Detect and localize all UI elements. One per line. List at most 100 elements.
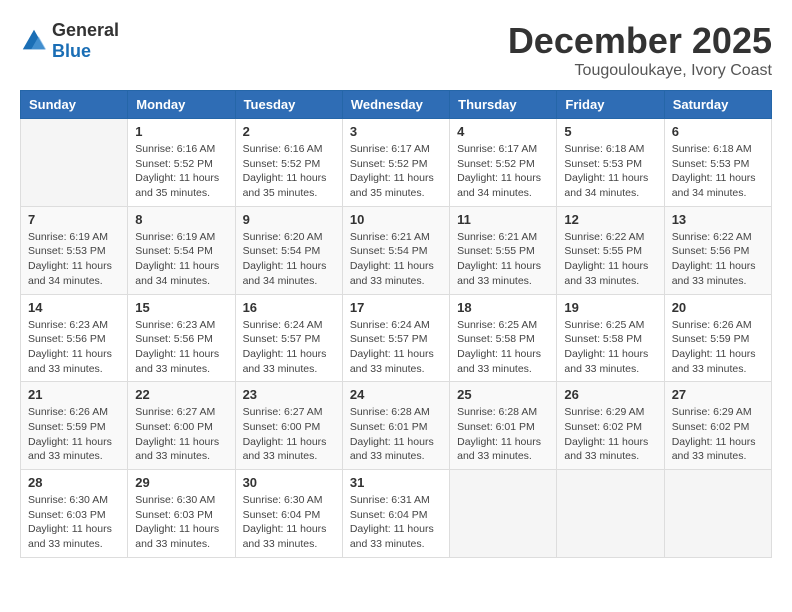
calendar-week-row: 28 Sunrise: 6:30 AM Sunset: 6:03 PM Dayli… (21, 470, 772, 558)
calendar-header-monday: Monday (128, 91, 235, 119)
day-info: Sunrise: 6:29 AM Sunset: 6:02 PM Dayligh… (564, 405, 656, 464)
calendar-cell: 28 Sunrise: 6:30 AM Sunset: 6:03 PM Dayli… (21, 470, 128, 558)
day-info: Sunrise: 6:18 AM Sunset: 5:53 PM Dayligh… (564, 142, 656, 201)
day-number: 26 (564, 387, 656, 402)
day-number: 11 (457, 212, 549, 227)
calendar-cell: 20Sunrise: 6:26 AM Sunset: 5:59 PM Dayli… (664, 294, 771, 382)
logo-blue: Blue (52, 41, 91, 61)
day-number: 6 (672, 124, 764, 139)
day-info: Sunrise: 6:24 AM Sunset: 5:57 PM Dayligh… (243, 318, 335, 377)
calendar-cell: 5 Sunrise: 6:18 AM Sunset: 5:53 PM Daylig… (557, 119, 664, 207)
day-number: 9 (243, 212, 335, 227)
day-number: 22 (135, 387, 227, 402)
day-number: 30 (243, 475, 335, 490)
day-number: 21 (28, 387, 120, 402)
calendar-cell: 27 Sunrise: 6:29 AM Sunset: 6:02 PM Dayli… (664, 382, 771, 470)
calendar-header-sunday: Sunday (21, 91, 128, 119)
day-info: Sunrise: 6:20 AM Sunset: 5:54 PM Dayligh… (243, 230, 335, 289)
calendar-cell: 14Sunrise: 6:23 AM Sunset: 5:56 PM Dayli… (21, 294, 128, 382)
calendar-cell: 25 Sunrise: 6:28 AM Sunset: 6:01 PM Dayli… (450, 382, 557, 470)
calendar-week-row: 7 Sunrise: 6:19 AM Sunset: 5:53 PM Daylig… (21, 206, 772, 294)
day-number: 3 (350, 124, 442, 139)
calendar-cell: 21 Sunrise: 6:26 AM Sunset: 5:59 PM Dayli… (21, 382, 128, 470)
calendar-cell: 7 Sunrise: 6:19 AM Sunset: 5:53 PM Daylig… (21, 206, 128, 294)
calendar-table: SundayMondayTuesdayWednesdayThursdayFrid… (20, 90, 772, 558)
day-info: Sunrise: 6:21 AM Sunset: 5:54 PM Dayligh… (350, 230, 442, 289)
day-number: 31 (350, 475, 442, 490)
day-info: Sunrise: 6:30 AM Sunset: 6:04 PM Dayligh… (243, 493, 335, 552)
day-number: 28 (28, 475, 120, 490)
calendar-cell: 18 Sunrise: 6:25 AM Sunset: 5:58 PM Dayli… (450, 294, 557, 382)
day-number: 12 (564, 212, 656, 227)
calendar-cell: 10 Sunrise: 6:21 AM Sunset: 5:54 PM Dayli… (342, 206, 449, 294)
day-number: 16 (243, 300, 335, 315)
day-number: 2 (243, 124, 335, 139)
calendar-header-saturday: Saturday (664, 91, 771, 119)
day-number: 19 (564, 300, 656, 315)
title-area: December 2025 Tougouloukaye, Ivory Coast (508, 20, 772, 80)
day-number: 23 (243, 387, 335, 402)
logo: General Blue (20, 20, 119, 62)
day-info: Sunrise: 6:23 AM Sunset: 5:56 PM Dayligh… (28, 318, 120, 377)
day-number: 7 (28, 212, 120, 227)
day-info: Sunrise: 6:29 AM Sunset: 6:02 PM Dayligh… (672, 405, 764, 464)
calendar-body: 1 Sunrise: 6:16 AM Sunset: 5:52 PM Daylig… (21, 119, 772, 558)
day-number: 25 (457, 387, 549, 402)
day-number: 20 (672, 300, 764, 315)
calendar-header-tuesday: Tuesday (235, 91, 342, 119)
day-number: 4 (457, 124, 549, 139)
calendar-cell: 13 Sunrise: 6:22 AM Sunset: 5:56 PM Dayli… (664, 206, 771, 294)
day-info: Sunrise: 6:24 AM Sunset: 5:57 PM Dayligh… (350, 318, 442, 377)
day-info: Sunrise: 6:25 AM Sunset: 5:58 PM Dayligh… (564, 318, 656, 377)
day-info: Sunrise: 6:16 AM Sunset: 5:52 PM Dayligh… (243, 142, 335, 201)
day-info: Sunrise: 6:22 AM Sunset: 5:56 PM Dayligh… (672, 230, 764, 289)
day-info: Sunrise: 6:28 AM Sunset: 6:01 PM Dayligh… (350, 405, 442, 464)
calendar-header-wednesday: Wednesday (342, 91, 449, 119)
day-number: 24 (350, 387, 442, 402)
day-info: Sunrise: 6:22 AM Sunset: 5:55 PM Dayligh… (564, 230, 656, 289)
day-info: Sunrise: 6:18 AM Sunset: 5:53 PM Dayligh… (672, 142, 764, 201)
logo-general: General (52, 20, 119, 40)
day-number: 18 (457, 300, 549, 315)
logo-icon (20, 27, 48, 55)
day-info: Sunrise: 6:28 AM Sunset: 6:01 PM Dayligh… (457, 405, 549, 464)
day-info: Sunrise: 6:19 AM Sunset: 5:53 PM Dayligh… (28, 230, 120, 289)
calendar-cell: 11 Sunrise: 6:21 AM Sunset: 5:55 PM Dayli… (450, 206, 557, 294)
day-number: 5 (564, 124, 656, 139)
calendar-cell: 2 Sunrise: 6:16 AM Sunset: 5:52 PM Daylig… (235, 119, 342, 207)
calendar-cell (450, 470, 557, 558)
day-info: Sunrise: 6:27 AM Sunset: 6:00 PM Dayligh… (243, 405, 335, 464)
day-number: 13 (672, 212, 764, 227)
day-info: Sunrise: 6:21 AM Sunset: 5:55 PM Dayligh… (457, 230, 549, 289)
calendar-cell: 31Sunrise: 6:31 AM Sunset: 6:04 PM Dayli… (342, 470, 449, 558)
calendar-cell: 19 Sunrise: 6:25 AM Sunset: 5:58 PM Dayli… (557, 294, 664, 382)
day-info: Sunrise: 6:27 AM Sunset: 6:00 PM Dayligh… (135, 405, 227, 464)
calendar-cell (21, 119, 128, 207)
day-info: Sunrise: 6:30 AM Sunset: 6:03 PM Dayligh… (28, 493, 120, 552)
day-info: Sunrise: 6:26 AM Sunset: 5:59 PM Dayligh… (28, 405, 120, 464)
calendar-cell: 17Sunrise: 6:24 AM Sunset: 5:57 PM Dayli… (342, 294, 449, 382)
calendar-cell: 23 Sunrise: 6:27 AM Sunset: 6:00 PM Dayli… (235, 382, 342, 470)
calendar-cell: 22 Sunrise: 6:27 AM Sunset: 6:00 PM Dayli… (128, 382, 235, 470)
calendar-header-friday: Friday (557, 91, 664, 119)
calendar-week-row: 14Sunrise: 6:23 AM Sunset: 5:56 PM Dayli… (21, 294, 772, 382)
day-number: 8 (135, 212, 227, 227)
day-info: Sunrise: 6:19 AM Sunset: 5:54 PM Dayligh… (135, 230, 227, 289)
calendar-cell: 8 Sunrise: 6:19 AM Sunset: 5:54 PM Daylig… (128, 206, 235, 294)
day-number: 15 (135, 300, 227, 315)
day-info: Sunrise: 6:17 AM Sunset: 5:52 PM Dayligh… (457, 142, 549, 201)
calendar-week-row: 1 Sunrise: 6:16 AM Sunset: 5:52 PM Daylig… (21, 119, 772, 207)
day-number: 1 (135, 124, 227, 139)
day-number: 27 (672, 387, 764, 402)
calendar-cell: 9 Sunrise: 6:20 AM Sunset: 5:54 PM Daylig… (235, 206, 342, 294)
calendar-cell: 4 Sunrise: 6:17 AM Sunset: 5:52 PM Daylig… (450, 119, 557, 207)
calendar-week-row: 21 Sunrise: 6:26 AM Sunset: 5:59 PM Dayli… (21, 382, 772, 470)
calendar-header-thursday: Thursday (450, 91, 557, 119)
day-info: Sunrise: 6:25 AM Sunset: 5:58 PM Dayligh… (457, 318, 549, 377)
calendar-cell: 15 Sunrise: 6:23 AM Sunset: 5:56 PM Dayli… (128, 294, 235, 382)
day-number: 10 (350, 212, 442, 227)
day-info: Sunrise: 6:16 AM Sunset: 5:52 PM Dayligh… (135, 142, 227, 201)
day-number: 29 (135, 475, 227, 490)
day-info: Sunrise: 6:23 AM Sunset: 5:56 PM Dayligh… (135, 318, 227, 377)
month-title: December 2025 (508, 20, 772, 62)
